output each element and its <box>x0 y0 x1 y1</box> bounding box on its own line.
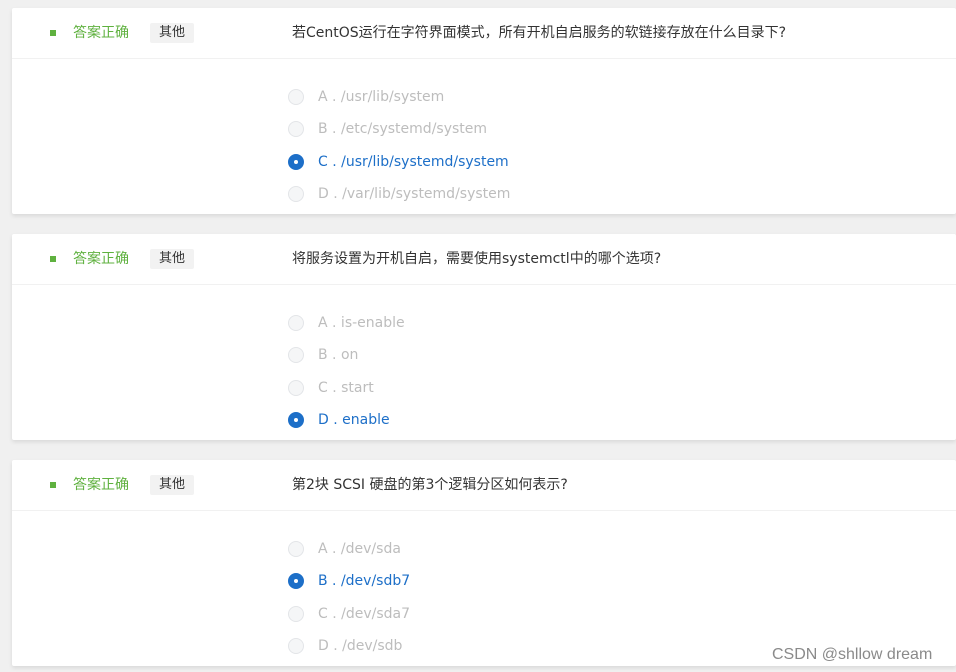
status-square-icon <box>50 30 56 36</box>
option-label: B . on <box>318 347 359 363</box>
radio-unchecked-icon[interactable] <box>288 541 304 557</box>
option-label: A . /usr/lib/system <box>318 89 445 105</box>
radio-unchecked-icon[interactable] <box>288 315 304 331</box>
question-header: 答案正确 其他 第2块 SCSI 硬盘的第3个逻辑分区如何表示? <box>12 460 956 511</box>
question-header: 答案正确 其他 将服务设置为开机自启，需要使用systemctl中的哪个选项? <box>12 234 956 285</box>
csdn-watermark: CSDN @shllow dream <box>772 646 933 663</box>
radio-checked-icon[interactable] <box>288 573 304 589</box>
answer-option[interactable]: A . /dev/sda <box>288 538 401 560</box>
answer-option[interactable]: B . /etc/systemd/system <box>288 118 487 140</box>
radio-unchecked-icon[interactable] <box>288 121 304 137</box>
category-tag: 其他 <box>150 23 195 43</box>
question-card: 答案正确 其他 若CentOS运行在字符界面模式，所有开机自启服务的软链接存放在什么… <box>12 8 956 214</box>
answer-option[interactable]: A . is-enable <box>288 312 405 334</box>
radio-checked-icon[interactable] <box>288 412 304 428</box>
question-card: 答案正确 其他 第2块 SCSI 硬盘的第3个逻辑分区如何表示? A . /dev/s… <box>12 460 956 666</box>
option-label: A . is-enable <box>318 315 405 331</box>
answer-option[interactable]: C . start <box>288 377 374 399</box>
answer-option[interactable]: D . enable <box>288 409 390 431</box>
answer-status: 答案正确 <box>73 477 129 493</box>
radio-checked-icon[interactable] <box>288 154 304 170</box>
option-label: B . /dev/sdb7 <box>318 573 411 589</box>
answer-option[interactable]: B . on <box>288 344 358 366</box>
quiz-results-page: 答案正确 其他 若CentOS运行在字符界面模式，所有开机自启服务的软链接存放在什么… <box>0 0 956 672</box>
option-label: D . /dev/sdb <box>318 638 403 654</box>
option-label: C . /usr/lib/systemd/system <box>318 154 509 170</box>
question-text: 将服务设置为开机自启，需要使用systemctl中的哪个选项? <box>292 251 662 267</box>
radio-unchecked-icon[interactable] <box>288 347 304 363</box>
question-card: 答案正确 其他 将服务设置为开机自启，需要使用systemctl中的哪个选项? A .… <box>12 234 956 440</box>
option-label: D . /var/lib/systemd/system <box>318 186 511 202</box>
option-label: D . enable <box>318 412 390 428</box>
category-tag: 其他 <box>150 249 195 269</box>
answer-option[interactable]: A . /usr/lib/system <box>288 86 444 108</box>
status-square-icon <box>50 256 56 262</box>
radio-unchecked-icon[interactable] <box>288 186 304 202</box>
status-square-icon <box>50 482 56 488</box>
answer-option[interactable]: C . /usr/lib/systemd/system <box>288 151 509 173</box>
answer-option[interactable]: D . /dev/sdb <box>288 635 402 657</box>
answer-status: 答案正确 <box>73 25 129 41</box>
option-label: C . start <box>318 380 374 396</box>
radio-unchecked-icon[interactable] <box>288 380 304 396</box>
radio-unchecked-icon[interactable] <box>288 638 304 654</box>
option-label: A . /dev/sda <box>318 541 401 557</box>
category-tag: 其他 <box>150 475 195 495</box>
answer-option[interactable]: D . /var/lib/systemd/system <box>288 183 510 205</box>
answer-option[interactable]: C . /dev/sda7 <box>288 603 410 625</box>
option-label: C . /dev/sda7 <box>318 606 411 622</box>
answer-status: 答案正确 <box>73 251 129 267</box>
radio-unchecked-icon[interactable] <box>288 606 304 622</box>
question-text: 第2块 SCSI 硬盘的第3个逻辑分区如何表示? <box>292 477 568 493</box>
answer-option[interactable]: B . /dev/sdb7 <box>288 570 410 592</box>
question-header: 答案正确 其他 若CentOS运行在字符界面模式，所有开机自启服务的软链接存放在什么… <box>12 8 956 59</box>
radio-unchecked-icon[interactable] <box>288 89 304 105</box>
option-label: B . /etc/systemd/system <box>318 121 488 137</box>
question-text: 若CentOS运行在字符界面模式，所有开机自启服务的软链接存放在什么目录下? <box>292 25 787 41</box>
